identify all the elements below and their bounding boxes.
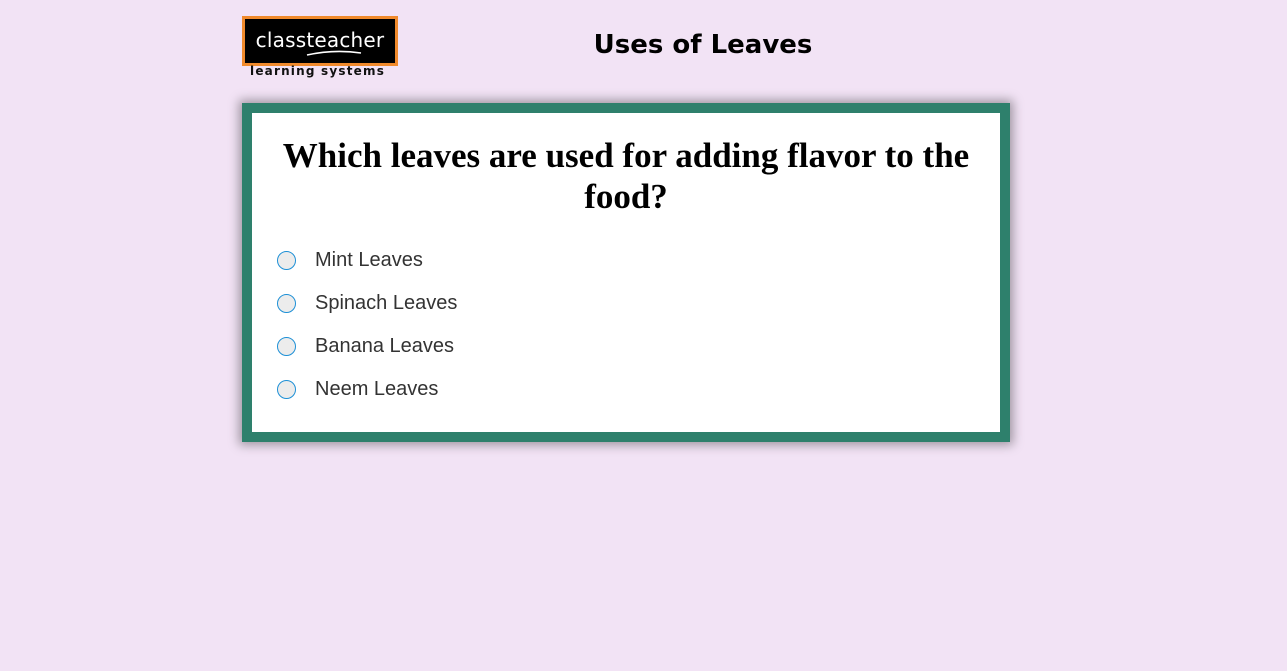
answer-option-label[interactable]: Banana Leaves (315, 335, 454, 358)
answer-option-spinach[interactable]: Spinach Leaves (277, 282, 457, 325)
answer-options: Mint Leaves Spinach Leaves Banana Leaves… (277, 239, 457, 411)
answer-option-label[interactable]: Spinach Leaves (315, 292, 457, 315)
logo-swoosh-icon (306, 50, 362, 56)
page-title: Uses of Leaves (593, 30, 813, 60)
answer-option-neem[interactable]: Neem Leaves (277, 368, 457, 411)
answer-option-banana[interactable]: Banana Leaves (277, 325, 457, 368)
logo-box: classteacher (242, 16, 398, 66)
radio-button[interactable] (277, 337, 296, 356)
radio-button[interactable] (277, 380, 296, 399)
radio-button[interactable] (277, 294, 296, 313)
question-text: Which leaves are used for adding flavor … (282, 136, 970, 216)
page: classteacher learning systems Uses of Le… (0, 0, 1287, 671)
radio-button[interactable] (277, 251, 296, 270)
logo-tagline: learning systems (250, 64, 386, 78)
quiz-card: Which leaves are used for adding flavor … (242, 103, 1010, 442)
classteacher-logo: classteacher learning systems (242, 16, 398, 80)
answer-option-label[interactable]: Neem Leaves (315, 378, 438, 401)
answer-option-label[interactable]: Mint Leaves (315, 249, 423, 272)
answer-option-mint[interactable]: Mint Leaves (277, 239, 457, 282)
